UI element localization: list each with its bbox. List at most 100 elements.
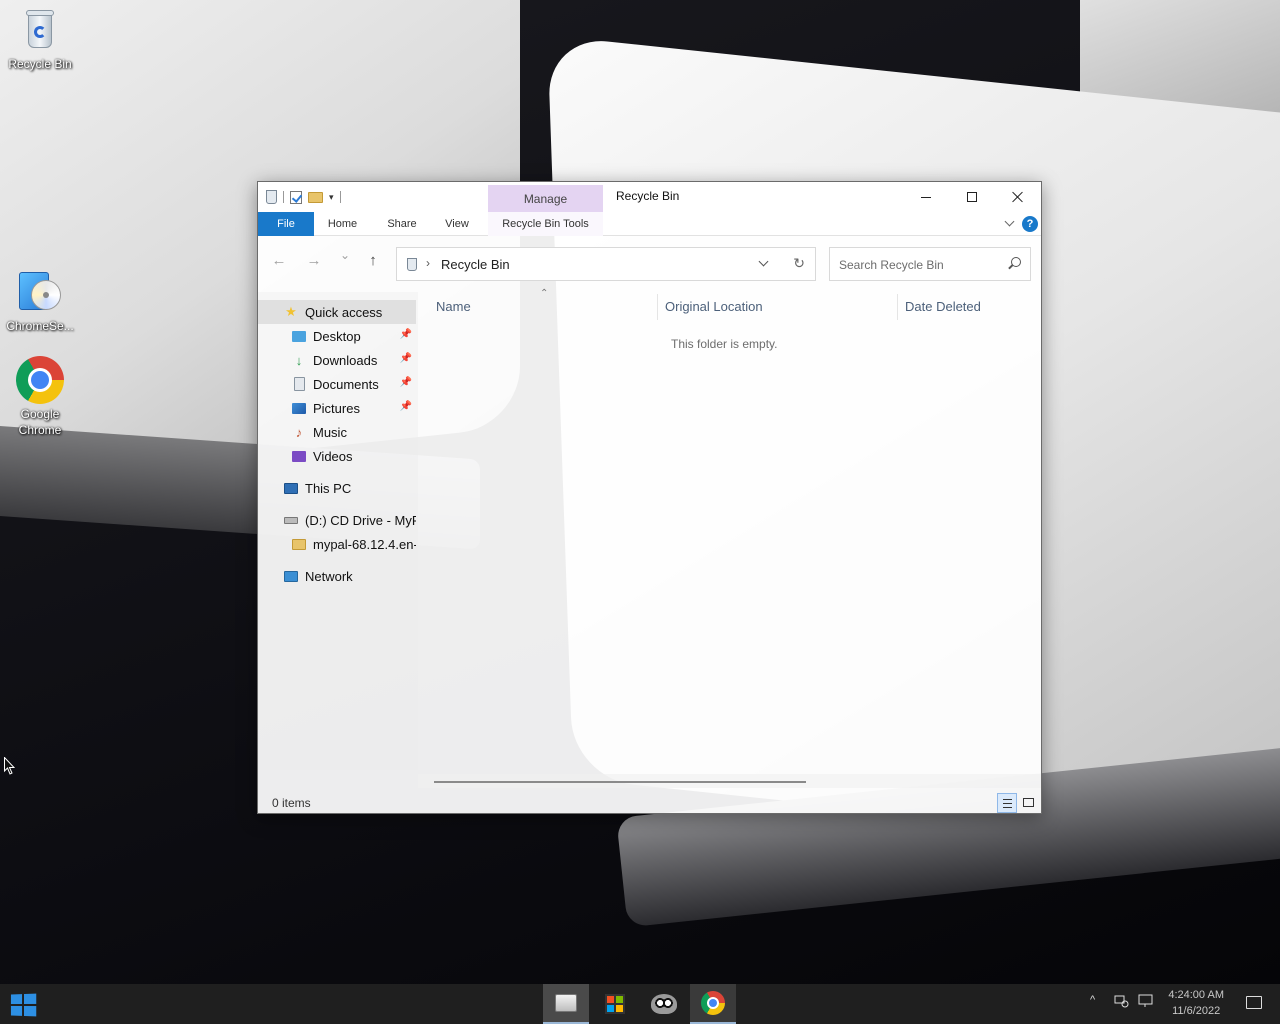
start-button[interactable] <box>10 993 38 1017</box>
maximize-icon <box>967 192 977 202</box>
scrollbar-thumb[interactable] <box>434 781 806 783</box>
breadcrumb-chevron-icon[interactable]: › <box>426 256 430 270</box>
navigation-pane: ★ Quick access Desktop 📌 ↓ Downloads 📌 D… <box>258 292 418 770</box>
sidebar-item-network[interactable]: Network <box>258 564 416 588</box>
minimize-button[interactable] <box>903 182 949 212</box>
sidebar-item-label: (D:) CD Drive - MyP <box>305 512 416 528</box>
sidebar-item-desktop[interactable]: Desktop 📌 <box>258 324 416 348</box>
computer-icon <box>283 480 299 496</box>
back-button[interactable]: ← <box>268 252 290 269</box>
taskbar-app-file-explorer[interactable] <box>543 984 589 1024</box>
forward-button[interactable]: → <box>303 252 325 269</box>
new-folder-icon[interactable] <box>308 191 323 203</box>
music-icon: ♪ <box>295 424 303 440</box>
search-icon <box>1011 257 1021 267</box>
close-icon <box>1012 191 1024 203</box>
navigation-bar: ← → ⌄ ↑ › Recycle Bin ↻ Search Recycle B… <box>258 236 1041 286</box>
sidebar-item-label: This PC <box>305 480 352 496</box>
sidebar-item-label: Network <box>305 568 353 584</box>
sidebar-item-label: Music <box>313 424 347 440</box>
sidebar-item-label: Quick access <box>305 304 383 320</box>
breadcrumb[interactable]: Recycle Bin <box>441 257 510 272</box>
action-center-icon[interactable] <box>1246 996 1262 1009</box>
pictures-icon <box>291 400 307 416</box>
google-chrome-icon <box>16 356 64 404</box>
address-history-dropdown-icon[interactable] <box>758 256 769 267</box>
sidebar-item-videos[interactable]: Videos <box>258 444 416 468</box>
sidebar-item-downloads[interactable]: ↓ Downloads 📌 <box>258 348 416 372</box>
pin-icon[interactable]: 📌 <box>400 353 412 364</box>
column-header-name[interactable]: Name <box>436 299 471 314</box>
system-clock[interactable]: 4:24:00 AM 11/6/2022 <box>1168 987 1224 1019</box>
title-bar[interactable]: ▾ Manage Recycle Bin <box>258 182 1041 212</box>
sidebar-item-cd-drive[interactable]: (D:) CD Drive - MyP <box>258 508 416 532</box>
taskbar-app-mypal[interactable] <box>641 984 687 1024</box>
desktop-icon-chrome-setup[interactable]: ChromeSe... <box>2 268 78 334</box>
tab-share[interactable]: Share <box>378 212 426 236</box>
refresh-button[interactable]: ↻ <box>793 255 805 272</box>
taskbar-app-store[interactable] <box>592 984 638 1024</box>
large-icons-view-button[interactable] <box>1019 793 1039 813</box>
quick-access-toolbar: ▾ <box>266 188 341 206</box>
display-icon[interactable] <box>1138 994 1154 1011</box>
tab-file[interactable]: File <box>258 212 314 236</box>
tab-recycle-bin-tools[interactable]: Recycle Bin Tools <box>488 212 603 236</box>
column-divider[interactable] <box>657 294 658 320</box>
pin-icon[interactable]: 📌 <box>400 329 412 340</box>
column-header-date-deleted[interactable]: Date Deleted <box>905 299 981 314</box>
empty-folder-message: This folder is empty. <box>671 337 778 351</box>
horizontal-scrollbar[interactable] <box>418 774 1041 788</box>
taskbar: ^ 4:24:00 AM 11/6/2022 <box>0 984 1280 1024</box>
maximize-button[interactable] <box>949 182 995 212</box>
sidebar-item-quick-access[interactable]: ★ Quick access <box>258 300 416 324</box>
search-placeholder: Search Recycle Bin <box>839 258 944 272</box>
mypal-icon <box>651 994 677 1014</box>
documents-icon <box>291 376 307 392</box>
sidebar-item-pictures[interactable]: Pictures 📌 <box>258 396 416 420</box>
manage-context-tab: Manage <box>488 185 603 212</box>
sidebar-item-music[interactable]: ♪ Music <box>258 420 416 444</box>
network-icon <box>283 568 299 584</box>
taskbar-app-google-chrome[interactable] <box>690 984 736 1024</box>
sidebar-item-documents[interactable]: Documents 📌 <box>258 372 416 396</box>
cd-drive-icon <box>283 512 299 528</box>
star-icon: ★ <box>285 304 297 319</box>
divider <box>339 191 341 203</box>
item-count: 0 items <box>272 796 311 810</box>
customize-toolbar-dropdown-icon[interactable]: ▾ <box>329 192 334 203</box>
details-view-icon <box>1003 799 1012 808</box>
address-bar[interactable]: › Recycle Bin ↻ <box>396 247 816 281</box>
sidebar-item-label: Downloads <box>313 352 378 368</box>
expand-ribbon-chevron-icon[interactable] <box>1004 216 1015 227</box>
up-button[interactable]: ↑ <box>362 252 384 269</box>
pin-icon[interactable]: 📌 <box>400 377 412 388</box>
column-header-original-location[interactable]: Original Location <box>665 299 763 314</box>
google-chrome-icon <box>701 991 725 1015</box>
desktop-icon-recycle-bin[interactable]: Recycle Bin <box>2 6 78 72</box>
desktop-icon-label: Recycle Bin <box>8 57 72 71</box>
details-view-button[interactable] <box>997 793 1017 813</box>
desktop-icon-google-chrome[interactable]: Google Chrome <box>2 356 78 438</box>
tab-view[interactable]: View <box>437 212 477 236</box>
videos-icon <box>291 448 307 464</box>
properties-icon[interactable] <box>290 190 302 204</box>
ribbon-tabs: File Home Share View Recycle Bin Tools ? <box>258 212 1041 236</box>
sidebar-item-label: Pictures <box>313 400 360 416</box>
sidebar-item-label: Desktop <box>313 328 361 344</box>
help-icon[interactable]: ? <box>1022 216 1038 232</box>
mouse-cursor-icon <box>4 757 15 775</box>
close-button[interactable] <box>995 182 1041 212</box>
sidebar-item-this-pc[interactable]: This PC <box>258 476 416 500</box>
sort-ascending-icon: ⌃ <box>540 288 549 299</box>
pin-icon[interactable]: 📌 <box>400 401 412 412</box>
file-list[interactable]: ⌃ Name Original Location Date Deleted Th… <box>420 286 1041 770</box>
column-divider[interactable] <box>897 294 898 320</box>
desktop-folder-icon <box>291 328 307 344</box>
sidebar-item-label: Documents <box>313 376 379 392</box>
network-status-icon[interactable] <box>1114 994 1130 1011</box>
recent-locations-button[interactable]: ⌄ <box>334 248 356 262</box>
sidebar-item-mypal-folder[interactable]: mypal-68.12.4.en- <box>258 532 416 556</box>
tab-home[interactable]: Home <box>320 212 365 236</box>
search-input[interactable]: Search Recycle Bin <box>829 247 1031 281</box>
show-hidden-icons-chevron-icon[interactable]: ^ <box>1090 994 1095 1006</box>
